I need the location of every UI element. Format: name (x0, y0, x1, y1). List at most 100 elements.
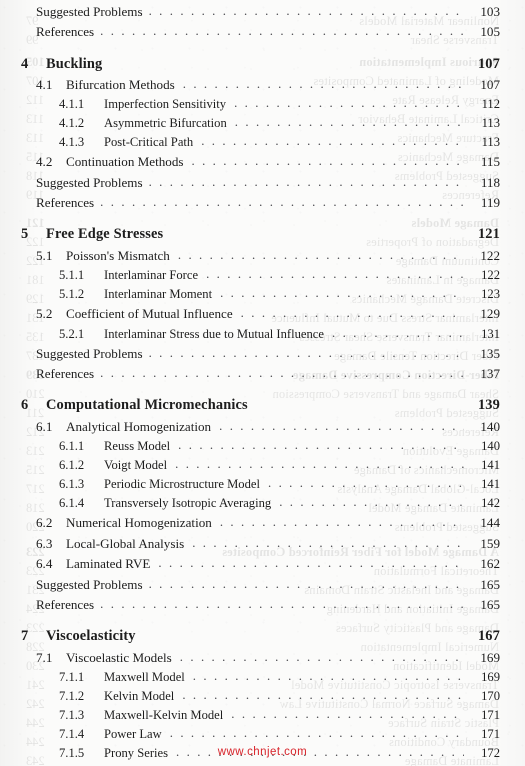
toc-dot-leader (219, 420, 464, 433)
toc-entry-section[interactable]: 6.2 Numerical Homogenization 144 (0, 516, 525, 530)
toc-entry-chapter[interactable]: 7 Viscoelasticity 167 (0, 629, 525, 644)
toc-entry-page-number: 169 (480, 649, 500, 665)
toc-dot-leader (100, 598, 464, 611)
toc-entry-page-number: 122 (480, 247, 500, 263)
toc-dot-leader (231, 708, 464, 721)
toc-entry-plain[interactable]: References 137 (0, 367, 525, 381)
toc-entry-section[interactable]: 5.2 Coefficient of Mutual Influence 129 (0, 307, 525, 321)
toc-entry-title: Continuation Methods (66, 154, 184, 170)
toc-entry-page-number: 113 (481, 135, 500, 150)
toc-entry-page-number: 129 (480, 306, 500, 322)
toc-entry-page-number: 165 (480, 576, 500, 592)
toc-dot-leader (201, 135, 464, 148)
toc-entry-title: Local-Global Analysis (66, 535, 185, 551)
toc-entry-title: Reuss Model (104, 439, 171, 454)
toc-entry-sub[interactable]: 6.1.3 Periodic Microstructure Model 141 (0, 478, 525, 491)
toc-entry-sub[interactable]: 6.1.2 Voigt Model 141 (0, 459, 525, 472)
toc-entry-title: Maxwell-Kelvin Model (104, 708, 224, 723)
toc-dot-leader (182, 689, 464, 702)
toc-entry-sub[interactable]: 7.1.4 Power Law 171 (0, 728, 525, 741)
toc-entry-plain[interactable]: References 165 (0, 598, 525, 612)
toc-entry-chapter[interactable]: 4 Buckling 107 (0, 55, 525, 72)
toc-dot-leader (192, 537, 464, 550)
toc-entry-title: Imperfection Sensitivity (104, 97, 227, 112)
toc-entry-page-number: 141 (481, 458, 500, 473)
toc-dot-leader (183, 78, 464, 91)
toc-entry-title: Bifurcation Methods (66, 76, 175, 92)
toc-entry-title: Suggested Problems (36, 174, 143, 190)
toc-entry-page-number: 137 (480, 366, 500, 382)
toc-entry-title: Computational Micromechanics (46, 397, 248, 414)
toc-entry-number: 6.1.4 (59, 496, 85, 511)
toc-dot-leader (193, 670, 464, 683)
toc-entry-page-number: 123 (481, 287, 500, 302)
toc-entry-sub[interactable]: 7.1.3 Maxwell-Kelvin Model 171 (0, 709, 525, 722)
toc-entry-number: 4.1.2 (59, 116, 85, 131)
toc-entry-section[interactable]: 6.4 Laminated RVE 162 (0, 557, 525, 571)
toc-entry-page-number: 165 (480, 597, 500, 613)
toc-dot-leader (206, 268, 464, 281)
toc-dot-leader (220, 516, 464, 529)
toc-entry-title: References (36, 366, 95, 382)
toc-dot-leader (149, 5, 464, 18)
toc-entry-number: 6.1.3 (59, 477, 85, 492)
toc-entry-page-number: 107 (477, 55, 500, 72)
toc-entry-section[interactable]: 4.2 Continuation Methods 115 (0, 155, 525, 169)
toc-entry-sub[interactable]: 7.1.1 Maxwell Model 169 (0, 671, 525, 684)
toc-entry-page-number: 142 (481, 496, 500, 511)
toc-entry-number: 6.1.1 (59, 439, 85, 454)
toc-entry-section[interactable]: 4.1 Bifurcation Methods 107 (0, 78, 525, 92)
toc-entry-number: 4.1.3 (59, 135, 85, 150)
toc-entry-title: References (36, 24, 95, 40)
toc-entry-page-number: 121 (477, 226, 500, 243)
toc-entry-title: Interlaminar Stress due to Mutual Influe… (104, 326, 324, 341)
toc-dot-leader (100, 367, 464, 380)
toc-entry-section[interactable]: 6.1 Analytical Homogenization 140 (0, 420, 525, 434)
toc-entry-page-number: 115 (480, 154, 500, 170)
toc-entry-number: 5 (21, 226, 29, 243)
toc-dot-leader (191, 155, 464, 168)
toc-entry-sub[interactable]: 4.1.1 Imperfection Sensitivity 112 (0, 98, 525, 111)
toc-entry-page-number: 140 (481, 439, 500, 454)
toc-entry-page-number: 139 (477, 397, 500, 414)
toc-entry-sub[interactable]: 6.1.1 Reuss Model 140 (0, 440, 525, 453)
toc-dot-leader (234, 97, 464, 110)
toc-entry-page-number: 113 (481, 116, 500, 131)
toc-dot-leader (178, 249, 464, 262)
toc-entry-number: 7.1 (36, 649, 53, 665)
toc-entry-number: 4 (21, 55, 29, 72)
toc-entry-section[interactable]: 7.1 Viscoelastic Models 169 (0, 651, 525, 665)
toc-dot-leader (149, 176, 464, 189)
toc-entry-page-number: 112 (481, 97, 500, 112)
toc-entry-sub[interactable]: 5.1.2 Interlaminar Moment 123 (0, 288, 525, 301)
toc-entry-title: Numerical Homogenization (66, 515, 212, 531)
toc-entry-plain[interactable]: Suggested Problems 165 (0, 578, 525, 592)
toc-entry-title: Viscoelastic Models (66, 649, 172, 665)
toc-entry-sub[interactable]: 4.1.2 Asymmetric Bifurcation 113 (0, 117, 525, 130)
toc-entry-sub[interactable]: 4.1.3 Post-Critical Path 113 (0, 136, 525, 149)
toc-entry-title: Periodic Microstructure Model (104, 477, 260, 492)
toc-entry-plain[interactable]: Suggested Problems 103 (0, 5, 525, 19)
toc-entry-sub[interactable]: 5.1.1 Interlaminar Force 122 (0, 269, 525, 282)
toc-dot-leader (180, 651, 464, 664)
toc-entry-plain[interactable]: Suggested Problems 118 (0, 176, 525, 190)
toc-entry-sub[interactable]: 5.2.1 Interlaminar Stress due to Mutual I… (0, 328, 525, 341)
toc-entry-section[interactable]: 5.1 Poisson's Mismatch 122 (0, 249, 525, 263)
toc-entry-title: Suggested Problems (36, 345, 143, 361)
toc-entry-plain[interactable]: Suggested Problems 135 (0, 347, 525, 361)
toc-entry-number: 7.1.4 (59, 727, 85, 742)
toc-entry-plain[interactable]: References 119 (0, 196, 525, 210)
toc-entry-number: 6 (21, 397, 29, 414)
toc-entry-title: References (36, 597, 95, 613)
toc-entry-title: Coefficient of Mutual Influence (66, 306, 233, 322)
toc-entry-chapter[interactable]: 6 Computational Micromechanics 139 (0, 397, 525, 414)
toc-entry-plain[interactable]: References 105 (0, 25, 525, 39)
toc-entry-section[interactable]: 6.3 Local-Global Analysis 159 (0, 537, 525, 551)
toc-dot-leader (149, 578, 464, 591)
toc-entry-sub[interactable]: 6.1.4 Transversely Isotropic Averaging 142 (0, 497, 525, 510)
toc-entry-chapter[interactable]: 5 Free Edge Stresses 121 (0, 226, 525, 243)
toc-entry-title: References (36, 195, 95, 211)
toc-entry-sub[interactable]: 7.1.2 Kelvin Model 170 (0, 690, 525, 703)
toc-entry-number: 7.1.2 (59, 689, 85, 704)
toc-entry-title: Suggested Problems (36, 576, 143, 592)
